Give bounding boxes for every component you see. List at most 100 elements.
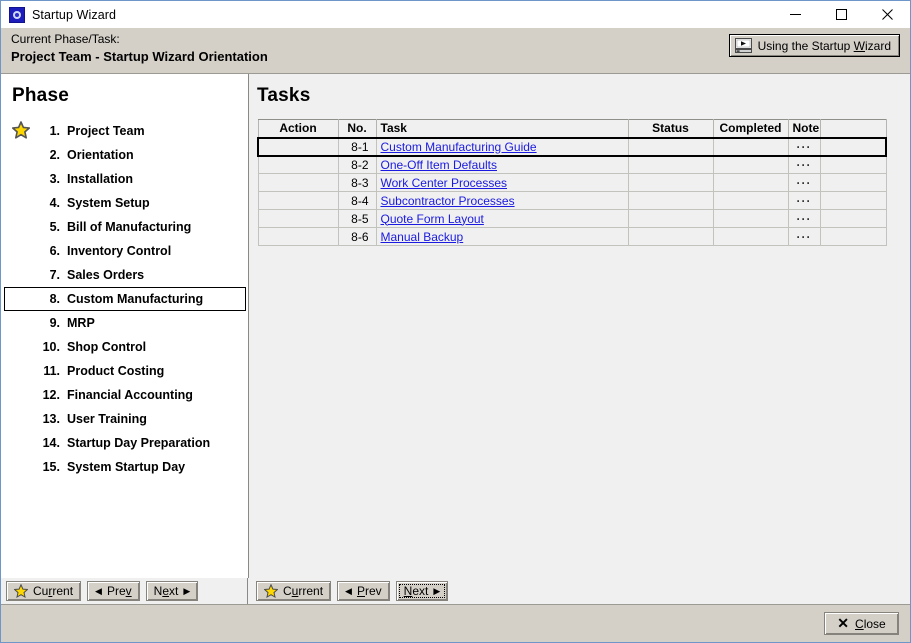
tasks-cell-no: 8-5	[337, 209, 377, 228]
phase-item-project-team[interactable]: 1. Project Team	[4, 119, 246, 143]
tasks-cell-status	[627, 136, 714, 157]
phase-item-label: Project Team	[67, 124, 145, 138]
phase-list: 1. Project Team 2. Orientation 3. Installatio…	[1, 119, 248, 578]
tasks-cell-task[interactable]: Manual Backup	[375, 227, 629, 246]
phase-star-placeholder	[12, 241, 32, 261]
close-button[interactable]: ✕ Close	[824, 612, 899, 635]
phase-item-label: System Setup	[67, 196, 150, 210]
phase-item-number: 2.	[49, 148, 60, 162]
phase-item-number: 6.	[49, 244, 60, 258]
tasks-cell-task[interactable]: One-Off Item Defaults	[375, 155, 629, 174]
phase-star-placeholder	[12, 217, 32, 237]
tasks-cell-no: 8-4	[337, 191, 377, 210]
phase-item-mrp[interactable]: 9. MRP	[4, 311, 246, 335]
tasks-cell-note[interactable]: ···	[787, 173, 821, 192]
star-icon	[263, 583, 279, 599]
tasks-cell-task[interactable]: Subcontractor Processes	[375, 191, 629, 210]
tasks-cell-extra	[819, 136, 887, 157]
table-row[interactable]: 8-3 Work Center Processes ···	[257, 173, 887, 192]
tasks-cell-note[interactable]: ···	[787, 155, 821, 174]
tasks-cell-extra	[819, 191, 887, 210]
phase-item-label: Shop Control	[67, 340, 147, 354]
tasks-column-header[interactable]: No.	[337, 119, 377, 138]
tasks-column-header[interactable]: Status	[627, 119, 714, 138]
tasks-cell-note[interactable]: ···	[787, 209, 821, 228]
task-link[interactable]: One-Off Item Defaults	[381, 158, 498, 172]
tasks-cell-task[interactable]: Work Center Processes	[375, 173, 629, 192]
task-link[interactable]: Manual Backup	[381, 230, 464, 244]
tasks-table-header-row: Action No. Task Status Completed Note	[257, 119, 887, 138]
table-row[interactable]: 8-1 Custom Manufacturing Guide ···	[257, 136, 887, 157]
task-link[interactable]: Work Center Processes	[381, 176, 508, 190]
tasks-column-header[interactable]: Completed	[712, 119, 789, 138]
tasks-cell-status	[627, 155, 714, 174]
tasks-cell-action	[257, 209, 339, 228]
phase-item-label: Product Costing	[67, 364, 165, 378]
triangle-left-icon: ◀	[345, 585, 352, 596]
tasks-cell-completed	[712, 209, 789, 228]
footer-bar: ✕ Close	[1, 604, 910, 642]
minimize-icon[interactable]	[772, 1, 818, 28]
triangle-right-icon: ▶	[433, 585, 441, 596]
phase-star-placeholder	[12, 457, 32, 477]
table-row[interactable]: 8-2 One-Off Item Defaults ···	[257, 155, 887, 174]
tasks-cell-note[interactable]: ···	[787, 136, 821, 157]
phase-item-installation[interactable]: 3. Installation	[4, 167, 246, 191]
table-row[interactable]: 8-6 Manual Backup ···	[257, 227, 887, 246]
task-prev-label: Prev	[356, 584, 382, 598]
phase-item-product-costing[interactable]: 11. Product Costing	[4, 359, 246, 383]
using-the-startup-wizard-button[interactable]: Using the Startup Wizard	[728, 34, 900, 57]
video-play-icon	[734, 38, 752, 53]
tasks-cell-note[interactable]: ···	[787, 191, 821, 210]
phase-item-sales-orders[interactable]: 7. Sales Orders	[4, 263, 246, 287]
task-link[interactable]: Subcontractor Processes	[381, 194, 515, 208]
tasks-cell-status	[627, 191, 714, 210]
tasks-cell-status	[627, 173, 714, 192]
tasks-column-header[interactable]	[819, 119, 887, 138]
task-link[interactable]: Custom Manufacturing Guide	[381, 140, 537, 154]
tasks-cell-status	[627, 209, 714, 228]
phase-next-button[interactable]: Next ▶	[145, 581, 199, 601]
title-bar: Startup Wizard	[1, 1, 910, 28]
tasks-cell-task[interactable]: Custom Manufacturing Guide	[375, 136, 629, 157]
phase-item-bill-of-manufacturing[interactable]: 5. Bill of Manufacturing	[4, 215, 246, 239]
phase-item-financial-accounting[interactable]: 12. Financial Accounting	[4, 383, 246, 407]
phase-item-user-training[interactable]: 13. User Training	[4, 407, 246, 431]
phase-next-label: Next	[153, 584, 179, 598]
phase-item-custom-manufacturing[interactable]: 8. Custom Manufacturing	[4, 287, 246, 311]
phase-current-label: Current	[33, 584, 74, 598]
maximize-icon[interactable]	[818, 1, 864, 28]
phase-star-placeholder	[12, 169, 32, 189]
tasks-column-header[interactable]: Task	[375, 119, 629, 138]
phase-item-label: Startup Day Preparation	[67, 436, 211, 450]
tasks-column-header[interactable]: Note	[787, 119, 821, 138]
tasks-cell-no: 8-2	[337, 155, 377, 174]
tasks-cell-note[interactable]: ···	[787, 227, 821, 246]
phase-item-system-setup[interactable]: 4. System Setup	[4, 191, 246, 215]
phase-star-placeholder	[12, 145, 32, 165]
phase-current-button[interactable]: Current	[6, 581, 82, 601]
phase-item-inventory-control[interactable]: 6. Inventory Control	[4, 239, 246, 263]
phase-item-orientation[interactable]: 2. Orientation	[4, 143, 246, 167]
phase-item-startup-day-preparation[interactable]: 14. Startup Day Preparation	[4, 431, 246, 455]
phase-item-system-startup-day[interactable]: 15. System Startup Day	[4, 455, 246, 479]
star-icon	[13, 583, 29, 599]
table-row[interactable]: 8-4 Subcontractor Processes ···	[257, 191, 887, 210]
tasks-cell-action	[257, 136, 339, 157]
close-icon[interactable]	[864, 1, 910, 28]
tasks-cell-extra	[819, 155, 887, 174]
tasks-cell-completed	[712, 227, 789, 246]
phase-prev-button[interactable]: ◀ Prev	[87, 581, 140, 601]
table-row[interactable]: 8-5 Quote Form Layout ···	[257, 209, 887, 228]
tasks-column-header[interactable]: Action	[257, 119, 339, 138]
task-link[interactable]: Quote Form Layout	[381, 212, 484, 226]
task-prev-button[interactable]: ◀ Prev	[337, 581, 390, 601]
phase-item-shop-control[interactable]: 10. Shop Control	[4, 335, 246, 359]
phase-item-label: Financial Accounting	[67, 388, 193, 402]
phase-item-number: 9.	[49, 316, 60, 330]
phase-star-placeholder	[12, 265, 32, 285]
tasks-cell-task[interactable]: Quote Form Layout	[375, 209, 629, 228]
task-next-button[interactable]: Next ▶	[395, 581, 449, 601]
task-current-button[interactable]: Current	[256, 581, 332, 601]
phase-prev-label: Prev	[106, 584, 132, 598]
